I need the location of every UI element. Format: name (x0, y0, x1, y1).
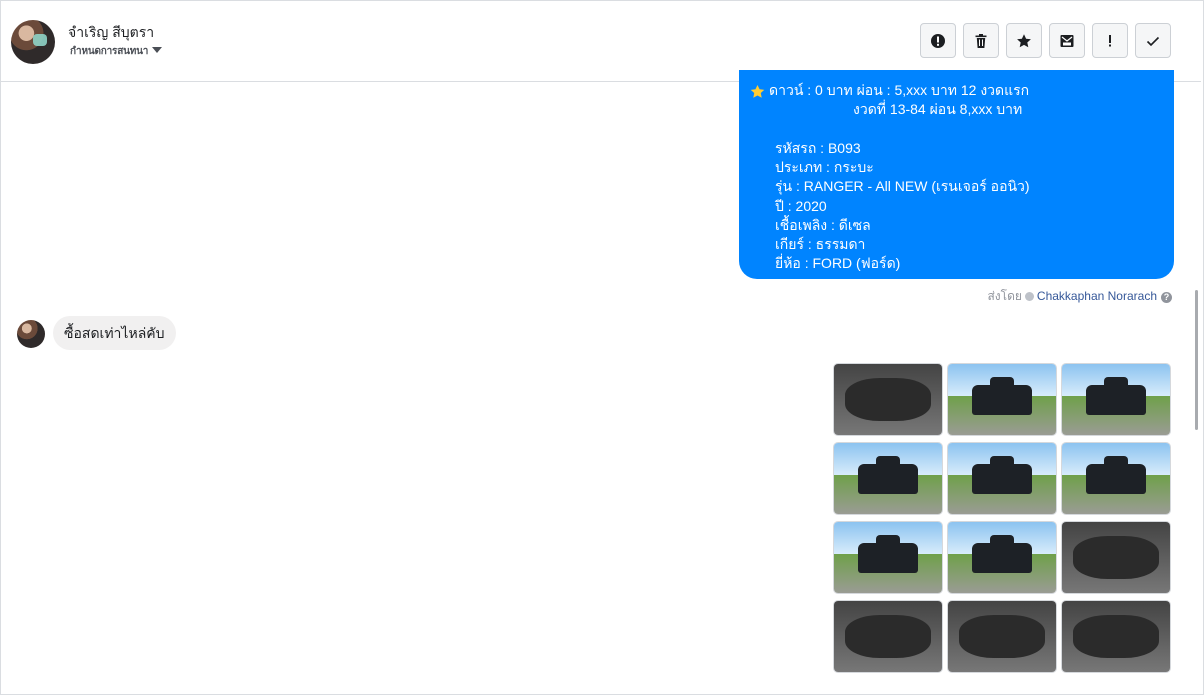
help-icon[interactable]: ? (1161, 292, 1172, 303)
contact-name[interactable]: จำเริญ สีบุตรา (68, 22, 154, 44)
photo-thumbnail-interior[interactable] (1061, 521, 1171, 594)
mark-unread-button[interactable] (1049, 23, 1085, 58)
exclamation-icon (1109, 34, 1111, 46)
photo-thumbnail-exterior[interactable] (947, 442, 1057, 515)
trash-icon (975, 33, 987, 48)
photo-thumbnail-dashboard[interactable] (833, 363, 943, 436)
mark-done-button[interactable] (1135, 23, 1171, 58)
alert-circle-icon (931, 33, 945, 48)
delete-button[interactable] (963, 23, 999, 58)
sent-by-info: ส่งโดย Chakkaphan Norarach? (987, 287, 1172, 306)
message-line: รหัสรถ : B093 (775, 140, 861, 156)
verified-icon (1024, 292, 1034, 301)
message-line: เชื้อเพลิง : ดีเซล (775, 217, 871, 233)
photo-thumbnail-exterior[interactable] (1061, 363, 1171, 436)
message-line: รุ่น : RANGER - All NEW (เรนเจอร์ ออนิว) (775, 178, 1030, 194)
message-line: เกียร์ : ธรรมดา (775, 236, 866, 252)
avatar[interactable] (17, 320, 45, 348)
photo-thumbnail-exterior[interactable] (947, 521, 1057, 594)
conversation-settings-dropdown[interactable]: กำหนดการสนทนา (70, 44, 163, 59)
message-line: ปี : 2020 (775, 198, 827, 214)
outgoing-message-bubble[interactable]: ดาวน์ : 0 บาท ผ่อน : 5,xxx บาท 12 งวดแรก… (739, 70, 1174, 279)
message-line: ประเภท : กระบะ (775, 159, 874, 175)
photo-thumbnail-exterior[interactable] (947, 363, 1057, 436)
important-button[interactable] (1092, 23, 1128, 58)
photo-thumbnail-interior[interactable] (833, 600, 943, 673)
photo-thumbnail-engine[interactable] (1061, 600, 1171, 673)
check-icon (1146, 36, 1160, 46)
conversation-settings-label: กำหนดการสนทนา (70, 46, 149, 57)
message-line: ดาวน์ : 0 บาท ผ่อน : 5,xxx บาท 12 งวดแรก (769, 82, 1030, 98)
avatar[interactable] (11, 20, 55, 64)
caret-down-icon (152, 47, 163, 53)
incoming-message-bubble[interactable]: ซื้อสดเท่าไหล่คับ (53, 316, 176, 350)
sender-link[interactable]: Chakkaphan Norarach (1037, 289, 1157, 303)
star-icon (1017, 33, 1031, 47)
message-line: ยี่ห้อ : FORD (ฟอร์ด) (775, 255, 901, 271)
mark-unread-icon (1060, 34, 1074, 47)
star-emoji-icon (750, 84, 765, 98)
photo-thumbnail-exterior[interactable] (1061, 442, 1171, 515)
report-button[interactable] (920, 23, 956, 58)
scrollbar[interactable] (1195, 290, 1198, 430)
photo-thumbnail-exterior[interactable] (833, 442, 943, 515)
star-button[interactable] (1006, 23, 1042, 58)
photo-thumbnail-interior[interactable] (947, 600, 1057, 673)
sent-by-label: ส่งโดย (987, 289, 1022, 303)
photo-thumbnail-exterior[interactable] (833, 521, 943, 594)
message-line: งวดที่ 13-84 ผ่อน 8,xxx บาท (853, 101, 1023, 117)
